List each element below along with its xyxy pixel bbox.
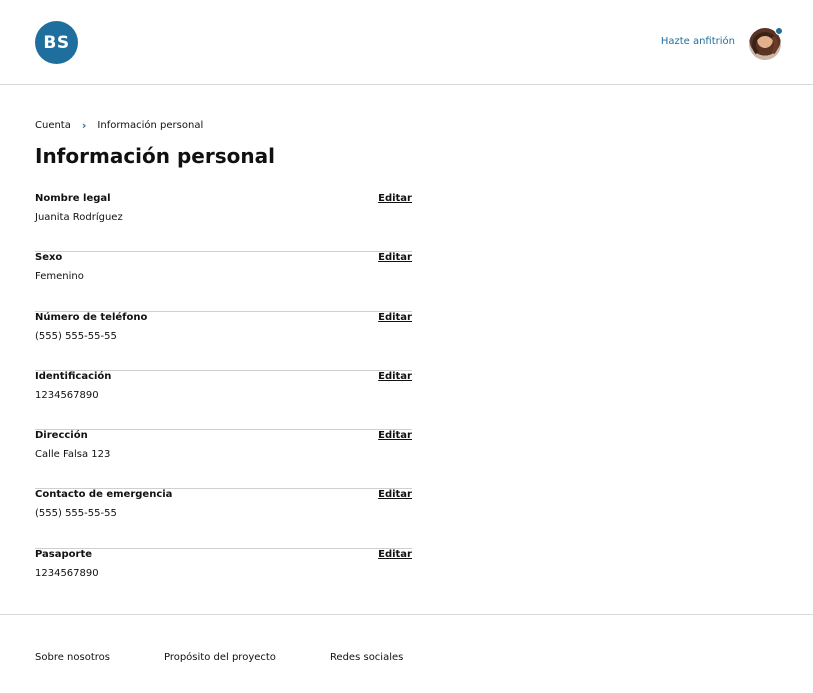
info-row-address: Dirección Calle Falsa 123 Editar [35, 430, 412, 490]
field-label: Pasaporte [35, 548, 93, 560]
info-row-passport: Pasaporte 1234567890 Editar [35, 549, 412, 608]
breadcrumb-item-current: Información personal [97, 120, 204, 131]
personal-info-list: Nombre legal Juanita Rodríguez Editar Se… [35, 193, 412, 608]
info-row-legal-name: Nombre legal Juanita Rodríguez Editar [35, 193, 412, 253]
notification-badge [775, 27, 783, 35]
breadcrumb: Cuenta › Información personal [35, 119, 203, 132]
field-label: Identificación [35, 370, 112, 382]
field-label: Dirección [35, 430, 88, 442]
edit-button[interactable]: Editar [378, 549, 412, 560]
field-label: Nombre legal [35, 193, 111, 204]
field-label: Contacto de emergencia [35, 489, 173, 501]
edit-button[interactable]: Editar [378, 312, 412, 323]
info-row-id: Identificación 1234567890 Editar [35, 370, 412, 431]
breadcrumb-item-cuenta[interactable]: Cuenta [35, 120, 71, 131]
top-header: BS Hazte anfitrión [0, 0, 813, 85]
edit-button[interactable]: Editar [378, 430, 412, 441]
chevron-right-icon: › [81, 119, 87, 132]
info-row-sex: Sexo Femenino Editar [35, 252, 412, 312]
field-label: Número de teléfono [35, 311, 148, 323]
page-title: Información personal [35, 144, 275, 168]
edit-button[interactable]: Editar [378, 193, 412, 204]
field-value: Femenino [35, 271, 84, 283]
field-value: Juanita Rodríguez [35, 212, 123, 223]
edit-button[interactable]: Editar [378, 489, 412, 500]
field-value: 1234567890 [35, 389, 99, 401]
edit-button[interactable]: Editar [378, 371, 412, 382]
edit-button[interactable]: Editar [378, 252, 412, 263]
footer-links: Sobre nosotros Propósito del proyecto Re… [35, 652, 457, 663]
logo[interactable]: BS [35, 21, 78, 64]
avatar-photo [752, 32, 778, 58]
footer-link-social[interactable]: Redes sociales [330, 652, 403, 663]
footer: Sobre nosotros Propósito del proyecto Re… [0, 614, 813, 693]
info-row-phone: Número de teléfono (555) 555-55-55 Edita… [35, 312, 412, 371]
user-avatar[interactable] [749, 27, 783, 60]
field-value: 1234567890 [35, 567, 99, 579]
footer-link-purpose[interactable]: Propósito del proyecto [164, 652, 276, 663]
host-link[interactable]: Hazte anfitrión [661, 36, 735, 47]
info-row-emergency-contact: Contacto de emergencia (555) 555-55-55 E… [35, 489, 412, 549]
field-label: Sexo [35, 252, 63, 264]
footer-link-about[interactable]: Sobre nosotros [35, 652, 110, 663]
field-value: (555) 555-55-55 [35, 330, 117, 342]
field-value: Calle Falsa 123 [35, 449, 111, 461]
field-value: (555) 555-55-55 [35, 508, 117, 520]
